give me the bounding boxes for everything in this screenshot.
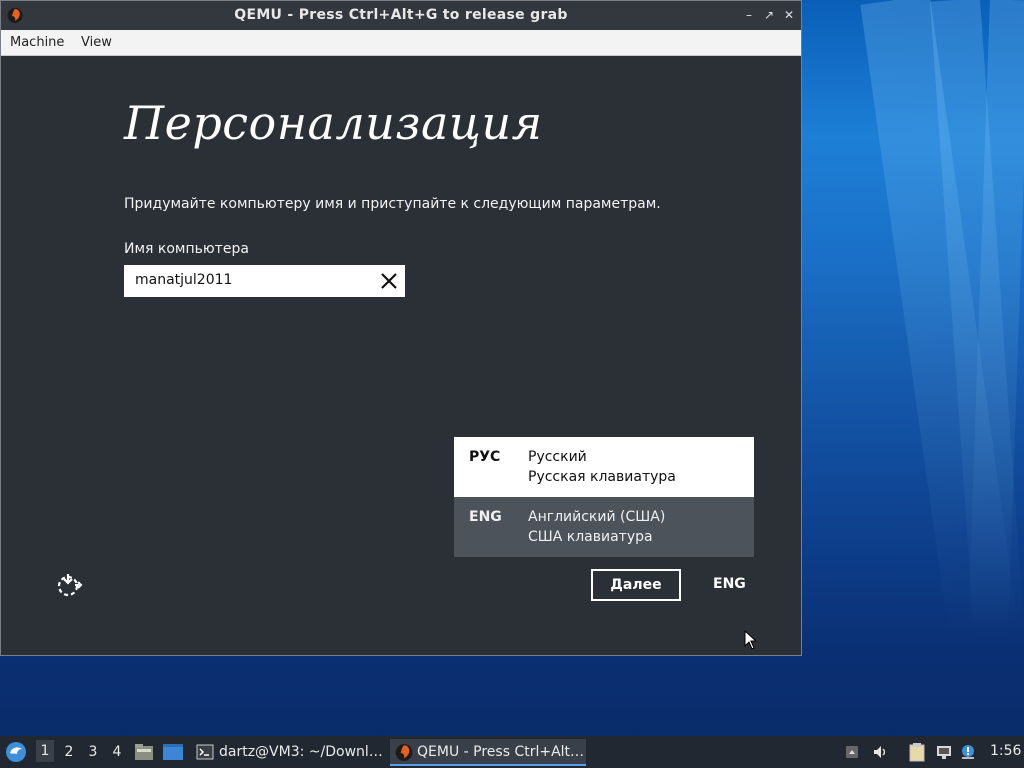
language-name: Английский (США)	[528, 509, 666, 525]
window-title: QEMU - Press Ctrl+Alt+G to release grab	[234, 7, 568, 23]
keyboard-name: США клавиатура	[528, 529, 653, 545]
next-button[interactable]: Далее	[591, 569, 681, 601]
guest-screen[interactable]: Персонализация Придумайте компьютеру имя…	[2, 56, 800, 654]
task-terminal[interactable]: dartz@VM3: ~/Downl…	[192, 739, 384, 766]
start-menu-icon[interactable]	[5, 741, 27, 763]
language-code: ENG	[469, 509, 502, 525]
mouse-cursor-icon	[744, 630, 758, 650]
show-desktop-icon[interactable]	[162, 743, 184, 761]
taskbar: 1 2 3 4 dartz@VM3: ~/Downl… QEMU - Press…	[0, 736, 1024, 768]
workspace-2[interactable]: 2	[60, 744, 78, 760]
computer-name-input[interactable]: manatjul2011	[124, 265, 405, 297]
file-manager-icon[interactable]	[134, 743, 154, 761]
menu-view[interactable]: View	[81, 35, 112, 50]
workspace-3[interactable]: 3	[84, 744, 102, 760]
language-indicator[interactable]: ENG	[713, 576, 746, 592]
language-menu: РУС Русский Русская клавиатура ENG Англи…	[454, 437, 754, 557]
clear-icon[interactable]	[379, 271, 399, 291]
maximize-button[interactable]: ↗	[760, 6, 778, 24]
window-titlebar[interactable]: QEMU - Press Ctrl+Alt+G to release grab …	[1, 1, 801, 30]
network-icon[interactable]	[936, 744, 952, 760]
clock[interactable]: 1:56	[990, 743, 1021, 759]
minimize-button[interactable]: –	[740, 6, 758, 24]
language-code: РУС	[469, 449, 501, 465]
language-name: Русский	[528, 449, 587, 465]
task-label: dartz@VM3: ~/Downl…	[219, 744, 383, 760]
language-option-eng[interactable]: ENG Английский (США) США клавиатура	[454, 497, 754, 557]
page-title: Персонализация	[124, 96, 543, 150]
task-qemu[interactable]: QEMU - Press Ctrl+Alt…	[390, 739, 586, 766]
clipboard-icon[interactable]	[908, 742, 926, 762]
notification-icon[interactable]	[960, 744, 976, 760]
workspace-1[interactable]: 1	[36, 740, 54, 762]
tray-up-arrow-icon[interactable]	[844, 744, 860, 760]
computer-name-label: Имя компьютера	[124, 241, 249, 257]
computer-name-value: manatjul2011	[135, 272, 233, 288]
page-subtitle: Придумайте компьютеру имя и приступайте …	[124, 196, 661, 212]
close-button[interactable]: ✕	[780, 6, 798, 24]
accessibility-icon[interactable]	[55, 571, 83, 599]
menubar: Machine View	[1, 30, 801, 56]
qemu-icon	[395, 744, 413, 761]
menu-machine[interactable]: Machine	[10, 35, 64, 50]
volume-icon[interactable]	[872, 744, 888, 760]
qemu-window: QEMU - Press Ctrl+Alt+G to release grab …	[0, 0, 802, 656]
keyboard-name: Русская клавиатура	[528, 469, 676, 485]
language-option-rus[interactable]: РУС Русский Русская клавиатура	[454, 437, 754, 497]
terminal-icon	[196, 744, 214, 760]
task-label: QEMU - Press Ctrl+Alt…	[417, 744, 585, 760]
workspace-4[interactable]: 4	[108, 744, 126, 760]
